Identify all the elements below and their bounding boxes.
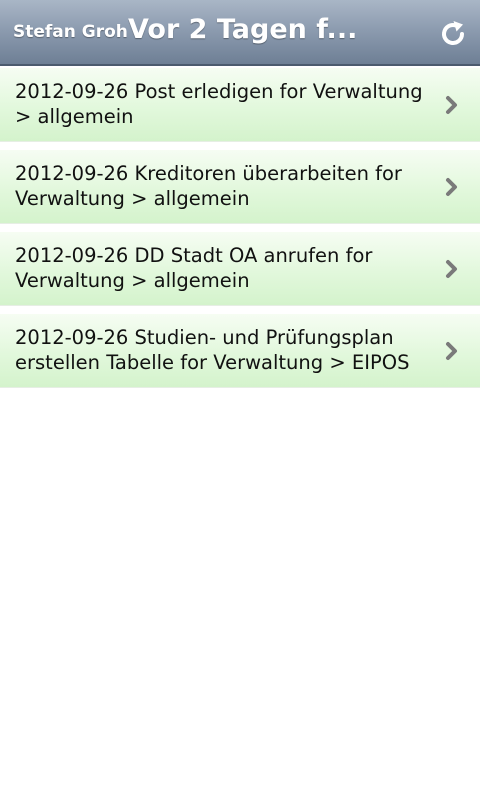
chevron-right-icon bbox=[446, 178, 457, 196]
chevron-right-icon bbox=[446, 260, 457, 278]
list-item[interactable]: 2012-09-26 Post erledigen for Verwaltung… bbox=[0, 68, 480, 142]
list-item[interactable]: 2012-09-26 Studien- und Prüfungsplan ers… bbox=[0, 314, 480, 388]
chevron-right-icon bbox=[446, 96, 457, 114]
list-item-text: 2012-09-26 Studien- und Prüfungsplan ers… bbox=[15, 326, 410, 374]
user-name: Stefan Groh bbox=[13, 22, 128, 42]
list-item[interactable]: 2012-09-26 DD Stadt OA anrufen for Verwa… bbox=[0, 232, 480, 306]
list-item-text: 2012-09-26 Kreditoren überarbeiten for V… bbox=[15, 162, 402, 210]
list-item-text: 2012-09-26 Post erledigen for Verwaltung… bbox=[15, 80, 423, 128]
refresh-icon bbox=[442, 21, 464, 45]
list-item[interactable]: 2012-09-26 Kreditoren überarbeiten for V… bbox=[0, 150, 480, 224]
page-title: Vor 2 Tagen f... bbox=[128, 14, 358, 45]
list-item-text: 2012-09-26 DD Stadt OA anrufen for Verwa… bbox=[15, 244, 373, 292]
refresh-button[interactable] bbox=[432, 13, 474, 55]
app-screen: Stefan Groh Vor 2 Tagen f... 2012-09-26 … bbox=[0, 0, 480, 800]
title-bar: Stefan Groh Vor 2 Tagen f... bbox=[0, 0, 480, 66]
task-list: 2012-09-26 Post erledigen for Verwaltung… bbox=[0, 68, 480, 396]
chevron-right-icon bbox=[446, 342, 457, 360]
